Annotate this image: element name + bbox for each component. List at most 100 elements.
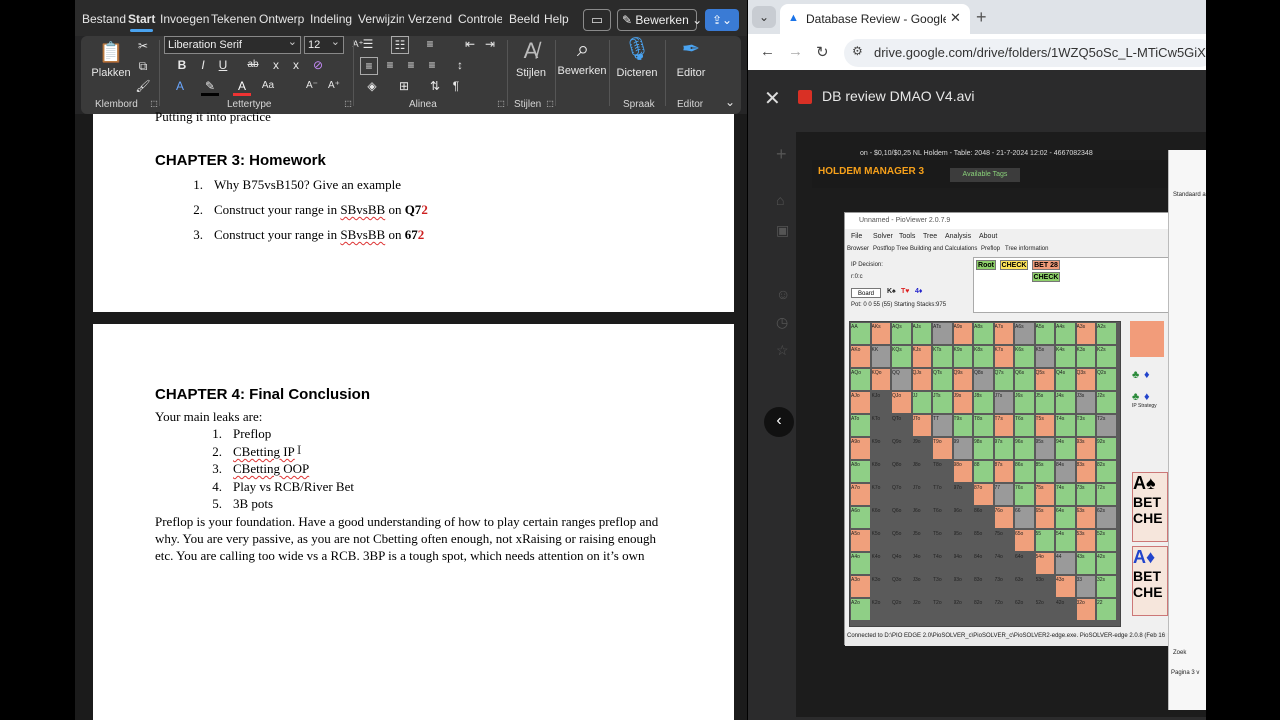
tab-help[interactable]: Help (544, 12, 569, 26)
comments-button[interactable]: ▭ (583, 9, 611, 31)
pio-titlebar: Unnamed - PioViewer 2.0.7.9 (845, 213, 1175, 229)
microphone-icon[interactable]: 🎙 (619, 36, 655, 62)
collapse-ribbon-icon[interactable]: ⌄ (721, 94, 739, 112)
tree-root: Root (976, 260, 996, 270)
range-cell: 64s (1056, 507, 1075, 528)
tab-start[interactable]: Start (128, 12, 155, 32)
italic-button[interactable]: I (194, 57, 212, 75)
font-color-icon[interactable]: A (233, 78, 251, 96)
range-cell: A2o (851, 599, 870, 620)
sort-icon[interactable]: ⇅ (426, 78, 444, 96)
forward-icon[interactable]: → (788, 43, 803, 60)
underline-button[interactable]: U (214, 57, 232, 75)
chapter-4-heading[interactable]: CHAPTER 4: Final Conclusion (155, 386, 370, 403)
range-cell: K3s (1076, 346, 1095, 367)
copy-icon[interactable]: ⧉ (134, 58, 152, 76)
bullets-icon[interactable]: ☰ (359, 36, 377, 54)
tab-controleren[interactable]: Controle (458, 12, 502, 26)
dictate-button[interactable]: Dicteren (613, 67, 661, 79)
superscript-button[interactable]: x (287, 57, 305, 75)
align-center-icon[interactable]: ≡ (381, 57, 399, 75)
range-cell: 76s (1015, 484, 1034, 505)
multilevel-list-icon[interactable]: ≡ (421, 36, 439, 54)
list-text: Why B75vsB150? Give an example (214, 177, 402, 192)
tab-tekenen[interactable]: Tekenen (211, 12, 256, 26)
range-cell: T6s (1015, 415, 1034, 436)
browser-tab[interactable]: ▲ Database Review - Google Drive ✕ (780, 4, 970, 34)
range-cell: Q9s (953, 369, 972, 390)
range-cell: K6o (871, 507, 890, 528)
range-cell: 95o (953, 530, 972, 551)
range-cell: 93o (953, 576, 972, 597)
new-tab-icon[interactable]: + (976, 7, 987, 28)
shrink-font-icon[interactable]: A⁻ (303, 78, 321, 96)
range-cell: 87s (994, 461, 1013, 482)
show-marks-icon[interactable]: ¶ (447, 78, 465, 96)
grow-font-icon-2[interactable]: A⁺ (325, 78, 343, 96)
justify-icon[interactable]: ≡ (423, 57, 441, 75)
font-dialog-launcher-icon[interactable]: ⬚ (339, 96, 357, 114)
highlight-icon[interactable]: ✎ (201, 78, 219, 96)
close-icon[interactable]: ✕ (764, 86, 781, 111)
align-right-icon[interactable]: ≡ (402, 57, 420, 75)
font-name-combo[interactable]: Liberation Serif (164, 34, 301, 54)
tab-invoegen[interactable]: Invoegen (160, 12, 209, 26)
chapter-3-heading[interactable]: CHAPTER 3: Homework (155, 152, 326, 169)
tab-search-button[interactable]: ⌄ (752, 6, 776, 28)
line-spacing-icon[interactable]: ↕ (451, 57, 469, 75)
body-paragraph-line[interactable]: Preflop is your foundation. Have a good … (155, 514, 658, 530)
search-icon[interactable]: ⌕ (563, 36, 603, 62)
numbering-icon[interactable]: ☷ (391, 36, 409, 54)
range-cell: 87o (974, 484, 993, 505)
tab-verwijzingen[interactable]: Verwijzin (358, 12, 404, 26)
address-bar[interactable]: ⚙ drive.google.com/drive/folders/1WZQ5oS… (844, 39, 1206, 67)
speech-group-label: Spraak (623, 99, 655, 110)
paste-button[interactable]: Plakken (89, 67, 133, 79)
subscript-button[interactable]: x (267, 57, 285, 75)
tab-indeling[interactable]: Indeling (310, 12, 352, 26)
body-text[interactable]: Putting it into practice (155, 109, 271, 125)
site-info-icon[interactable]: ⚙ (852, 44, 863, 58)
pio-tab: Preflop (981, 246, 1001, 252)
previous-file-button[interactable]: ‹ (764, 407, 794, 437)
cut-icon[interactable]: ✂ (134, 38, 152, 56)
paste-icon[interactable]: 📋 (93, 40, 129, 65)
format-painter-icon[interactable]: 🖌 (134, 78, 152, 96)
styles-dialog-launcher-icon[interactable]: ⬚ (541, 96, 559, 114)
editing-button[interactable]: Bewerken (557, 65, 607, 77)
decrease-indent-icon[interactable]: ⇤ (461, 36, 479, 54)
editor-button[interactable]: Editor (669, 67, 713, 79)
font-size-combo[interactable]: 12 (304, 34, 344, 54)
edit-mode-button[interactable]: ✎ Bewerken ⌄ (617, 9, 702, 31)
range-cell: AKo (851, 346, 870, 367)
holdem-manager-bar: on - $0,10/$0,25 NL Holdem - Table: 2048… (812, 150, 1206, 188)
styles-button[interactable]: Stijlen (511, 67, 551, 79)
change-case-icon[interactable]: Aa (259, 78, 277, 96)
clear-formatting-icon[interactable]: ⊘ (309, 57, 327, 75)
editor-icon[interactable]: ✒ (673, 36, 709, 62)
range-cell: 55 (1035, 530, 1054, 551)
tab-verzendlijsten[interactable]: Verzendi (408, 12, 452, 26)
tab-bestand[interactable]: Bestand (82, 12, 126, 26)
borders-icon[interactable]: ⊞ (395, 78, 413, 96)
document-page-2: CHAPTER 4: Final Conclusion Your main le… (93, 324, 734, 720)
shading-icon[interactable]: ◈ (363, 78, 381, 96)
reload-icon[interactable]: ↻ (816, 43, 829, 61)
video-frame[interactable]: on - $0,10/$0,25 NL Holdem - Table: 2048… (796, 132, 1206, 717)
bold-button[interactable]: B (173, 57, 191, 75)
close-tab-icon[interactable]: ✕ (950, 10, 961, 26)
align-left-icon[interactable]: ≡ (360, 57, 378, 75)
range-cell: T5s (1035, 415, 1054, 436)
text-effects-icon[interactable]: A (171, 78, 189, 96)
tab-beeld[interactable]: Beeld (509, 12, 540, 26)
body-text[interactable]: Your main leaks are: (155, 409, 262, 425)
pio-menu-item: About (979, 233, 998, 240)
increase-indent-icon[interactable]: ⇥ (481, 36, 499, 54)
styles-icon[interactable]: A̸ (513, 38, 549, 64)
back-icon[interactable]: ← (760, 43, 775, 60)
body-paragraph-line[interactable]: etc. You are calling too wide vs a RCB. … (155, 548, 645, 564)
strikethrough-button[interactable]: ab (244, 57, 262, 75)
body-paragraph-line[interactable]: why. You are very passive, as you are no… (155, 531, 656, 547)
tab-ontwerp[interactable]: Ontwerp (259, 12, 304, 26)
share-button[interactable]: ⇪⌄ (705, 9, 739, 31)
